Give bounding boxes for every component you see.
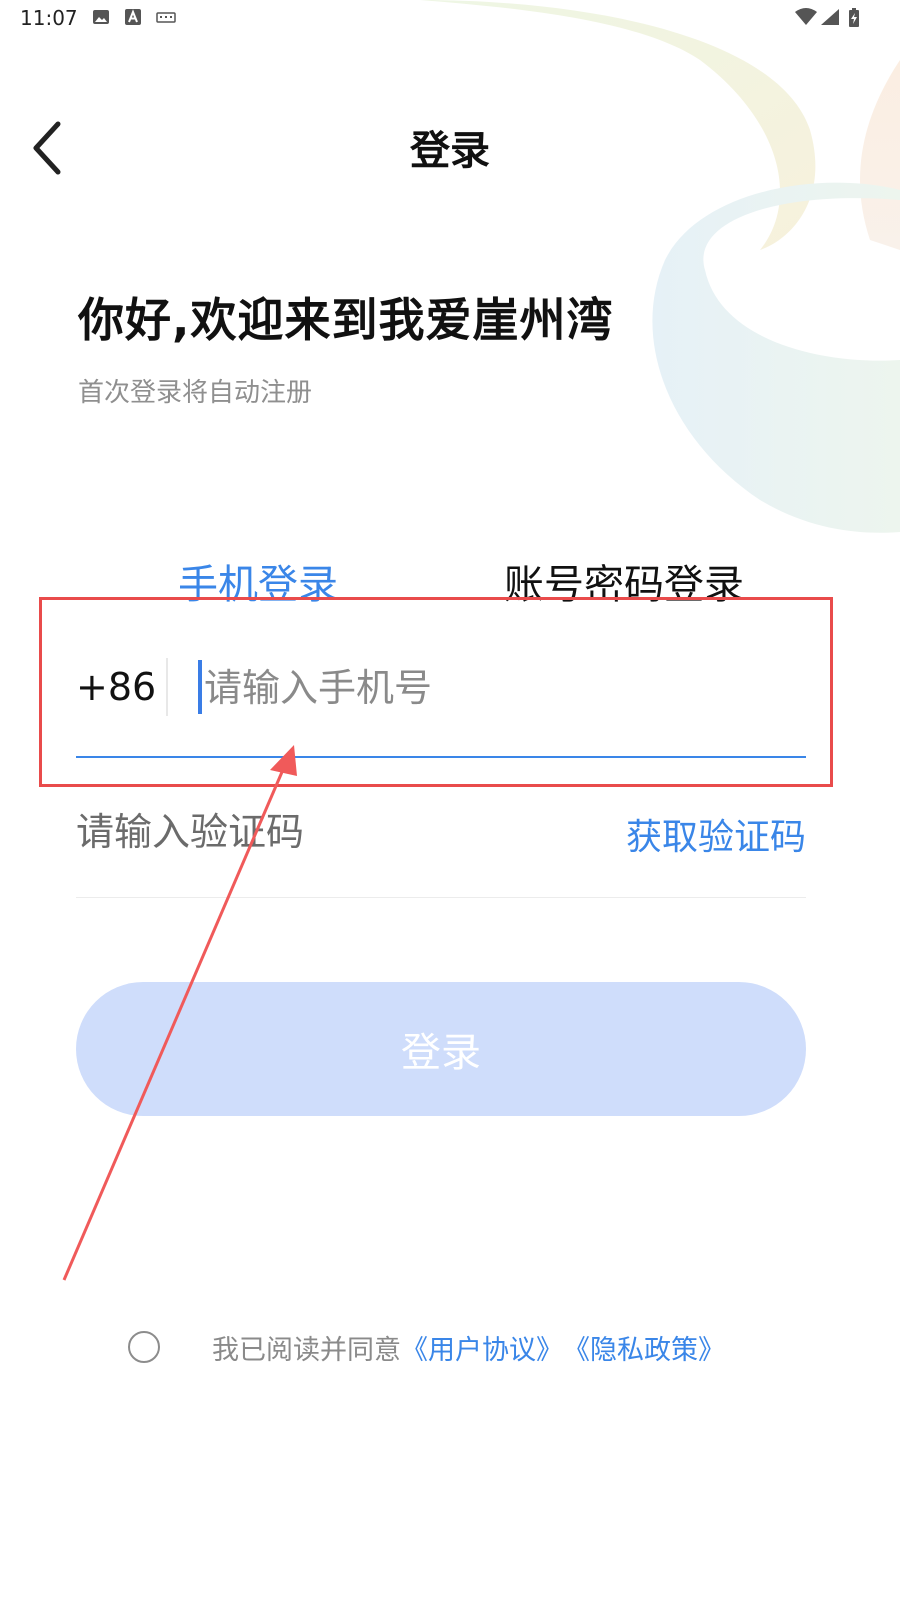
wifi-icon: [795, 8, 817, 25]
status-bar: 11:07: [0, 0, 900, 38]
chevron-left-icon: [33, 121, 61, 175]
login-button[interactable]: 登录: [76, 982, 806, 1116]
welcome-heading: 你好,欢迎来到我爱崖州湾: [78, 293, 614, 347]
battery-charging-icon: [849, 8, 859, 27]
page-title: 登录: [410, 128, 490, 174]
a-icon: [125, 9, 141, 25]
image-icon: [93, 10, 109, 24]
verification-code-input[interactable]: [76, 804, 596, 860]
welcome-subtitle: 首次登录将自动注册: [78, 378, 313, 408]
background-swirl-decoration: [420, 0, 900, 533]
keyboard-icon: [156, 12, 176, 23]
user-agreement-link[interactable]: 《用户协议》: [401, 1328, 563, 1367]
agreement-row: 我已阅读并同意 《用户协议》 《隐私政策》: [128, 1327, 725, 1367]
agreement-prefix: 我已阅读并同意: [212, 1334, 401, 1366]
status-time: 11:07: [20, 6, 78, 30]
code-input-underline: [76, 897, 806, 898]
privacy-policy-link[interactable]: 《隐私政策》: [563, 1328, 725, 1367]
signal-icon: [821, 9, 839, 25]
annotation-highlight-box: [39, 597, 833, 787]
get-code-button[interactable]: 获取验证码: [626, 808, 806, 860]
back-button[interactable]: [22, 118, 72, 178]
agree-radio[interactable]: [128, 1331, 160, 1363]
